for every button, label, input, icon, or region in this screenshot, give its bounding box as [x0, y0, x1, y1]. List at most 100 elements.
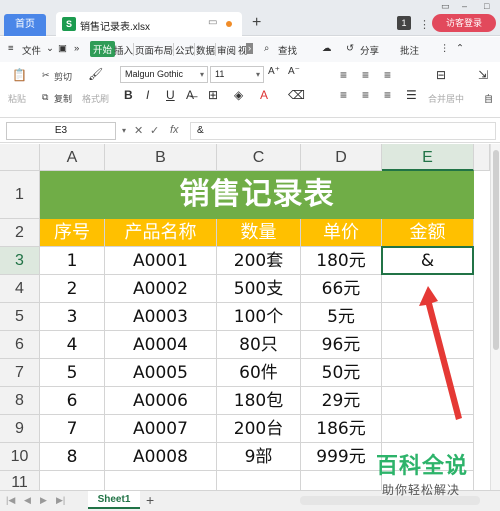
table-cell-amount[interactable]: [382, 275, 474, 303]
table-cell-seq[interactable]: 2: [40, 275, 105, 303]
table-cell-qty[interactable]: 200台: [217, 415, 301, 443]
row-header-2[interactable]: 2: [0, 219, 40, 247]
eraser-icon[interactable]: ⌫: [288, 88, 305, 102]
merged-title-cell[interactable]: 销售记录表: [40, 171, 474, 219]
border-icon[interactable]: ⊞: [208, 88, 218, 102]
row-header-10[interactable]: 10: [0, 443, 40, 471]
confirm-icon[interactable]: ✓: [150, 124, 159, 137]
table-cell-seq[interactable]: 1: [40, 247, 105, 275]
menu-tab-layout[interactable]: 页面布局: [135, 43, 173, 57]
annotate-button[interactable]: 批注: [400, 43, 419, 57]
save-icon[interactable]: ▣: [58, 43, 67, 54]
align-left-icon[interactable]: ≡: [340, 88, 347, 102]
table-header-cell[interactable]: 单价: [301, 219, 382, 247]
table-cell-price[interactable]: 50元: [301, 359, 382, 387]
menu-tab-formula[interactable]: 公式: [175, 43, 194, 57]
table-cell-product[interactable]: A0003: [105, 303, 217, 331]
function-icon[interactable]: fx: [170, 124, 179, 136]
grid-apps-icon[interactable]: ⋮: [419, 18, 430, 31]
align-center-icon[interactable]: ≡: [362, 88, 369, 102]
last-sheet-icon[interactable]: ▶|: [56, 495, 65, 506]
new-tab-button[interactable]: +: [252, 14, 261, 32]
share-button[interactable]: 分享: [360, 43, 379, 57]
minimize-icon[interactable]: ▭: [441, 1, 450, 12]
restore-icon[interactable]: –: [462, 1, 467, 11]
sheet-tab-sheet1[interactable]: Sheet1: [88, 491, 140, 509]
column-header-f[interactable]: [474, 144, 490, 171]
table-cell-price[interactable]: 180元: [301, 247, 382, 275]
table-header-cell[interactable]: 数量: [217, 219, 301, 247]
table-cell-product[interactable]: A0002: [105, 275, 217, 303]
menu-tab-insert[interactable]: 插入: [114, 43, 133, 57]
bold-icon[interactable]: B: [124, 88, 133, 102]
table-cell-qty[interactable]: 60件: [217, 359, 301, 387]
align-right-icon[interactable]: ≡: [384, 88, 391, 102]
increase-font-icon[interactable]: A⁺: [268, 66, 280, 77]
hamburger-icon[interactable]: ≡: [8, 43, 14, 54]
home-tab[interactable]: 首页: [4, 14, 46, 36]
prev-sheet-icon[interactable]: ◀: [24, 495, 31, 506]
auto-wrap-button[interactable]: 自: [484, 92, 493, 105]
scrollbar-thumb[interactable]: [493, 150, 499, 350]
more-options-icon[interactable]: ⋮: [440, 43, 450, 54]
table-cell-qty[interactable]: 180包: [217, 387, 301, 415]
font-color-icon[interactable]: A: [260, 88, 268, 102]
row-header-6[interactable]: 6: [0, 331, 40, 359]
table-cell-price[interactable]: 999元: [301, 443, 382, 471]
justify-icon[interactable]: ☰: [406, 88, 417, 102]
table-cell-amount[interactable]: [382, 415, 474, 443]
cloud-icon[interactable]: ☁: [322, 43, 332, 54]
table-cell-price[interactable]: 66元: [301, 275, 382, 303]
table-cell-product[interactable]: A0005: [105, 359, 217, 387]
file-menu[interactable]: 文件: [22, 43, 41, 57]
table-cell-qty[interactable]: 100个: [217, 303, 301, 331]
table-cell-product[interactable]: A0007: [105, 415, 217, 443]
font-size-select[interactable]: 11 ▾: [210, 66, 264, 83]
table-header-cell[interactable]: 序号: [40, 219, 105, 247]
scissors-icon[interactable]: ✂: [42, 70, 50, 81]
spreadsheet-grid[interactable]: 销售记录表 A B C D E 1 2 3 4 5 6 7 8 9 10 11 序号 产品名称 数量 单价 金额 1 A00…: [0, 144, 490, 494]
table-cell-seq[interactable]: 6: [40, 387, 105, 415]
align-top-icon[interactable]: ≡: [340, 68, 347, 82]
column-header-a[interactable]: A: [40, 144, 105, 171]
scroll-right-icon[interactable]: ›: [246, 43, 254, 54]
align-bottom-icon[interactable]: ≡: [384, 68, 391, 82]
align-middle-icon[interactable]: ≡: [362, 68, 369, 82]
vertical-scrollbar[interactable]: [490, 144, 500, 490]
row-header-1[interactable]: 1: [0, 171, 40, 219]
select-all-corner[interactable]: [0, 144, 40, 171]
close-icon[interactable]: □: [484, 1, 489, 11]
column-header-b[interactable]: B: [105, 144, 217, 171]
menu-tab-review[interactable]: 审阅: [217, 43, 236, 57]
table-cell-qty[interactable]: 200套: [217, 247, 301, 275]
cancel-icon[interactable]: ✕: [134, 124, 143, 137]
decrease-font-icon[interactable]: A⁻: [288, 66, 300, 77]
screen-icon[interactable]: ▭: [208, 17, 217, 28]
chevron-down-icon[interactable]: ⌄: [46, 43, 54, 54]
table-cell-amount[interactable]: [382, 359, 474, 387]
column-header-c[interactable]: C: [217, 144, 301, 171]
row-header-9[interactable]: 9: [0, 415, 40, 443]
fill-color-icon[interactable]: ◈: [234, 88, 243, 102]
column-header-d[interactable]: D: [301, 144, 382, 171]
merge-cells-icon[interactable]: ⊟: [436, 68, 446, 82]
table-cell-price[interactable]: 96元: [301, 331, 382, 359]
first-sheet-icon[interactable]: |◀: [6, 495, 15, 506]
copy-icon[interactable]: ⧉: [42, 92, 48, 103]
wrap-text-icon[interactable]: ⇲: [478, 68, 488, 82]
paste-button[interactable]: 粘贴: [8, 92, 26, 105]
cut-button[interactable]: 剪切: [54, 70, 72, 83]
format-painter-icon[interactable]: 🖌: [88, 67, 103, 81]
add-sheet-button[interactable]: +: [146, 492, 154, 508]
next-sheet-icon[interactable]: ▶: [40, 495, 47, 506]
strikethrough-icon[interactable]: A̶: [186, 88, 194, 102]
table-cell-qty[interactable]: 500支: [217, 275, 301, 303]
name-box[interactable]: E3: [6, 122, 116, 140]
search-icon[interactable]: ⌕: [264, 43, 269, 54]
table-cell-qty[interactable]: 9部: [217, 443, 301, 471]
table-cell-product[interactable]: A0001: [105, 247, 217, 275]
row-header-4[interactable]: 4: [0, 275, 40, 303]
table-cell-product[interactable]: A0004: [105, 331, 217, 359]
table-cell-amount[interactable]: [382, 303, 474, 331]
table-cell-price[interactable]: 5元: [301, 303, 382, 331]
